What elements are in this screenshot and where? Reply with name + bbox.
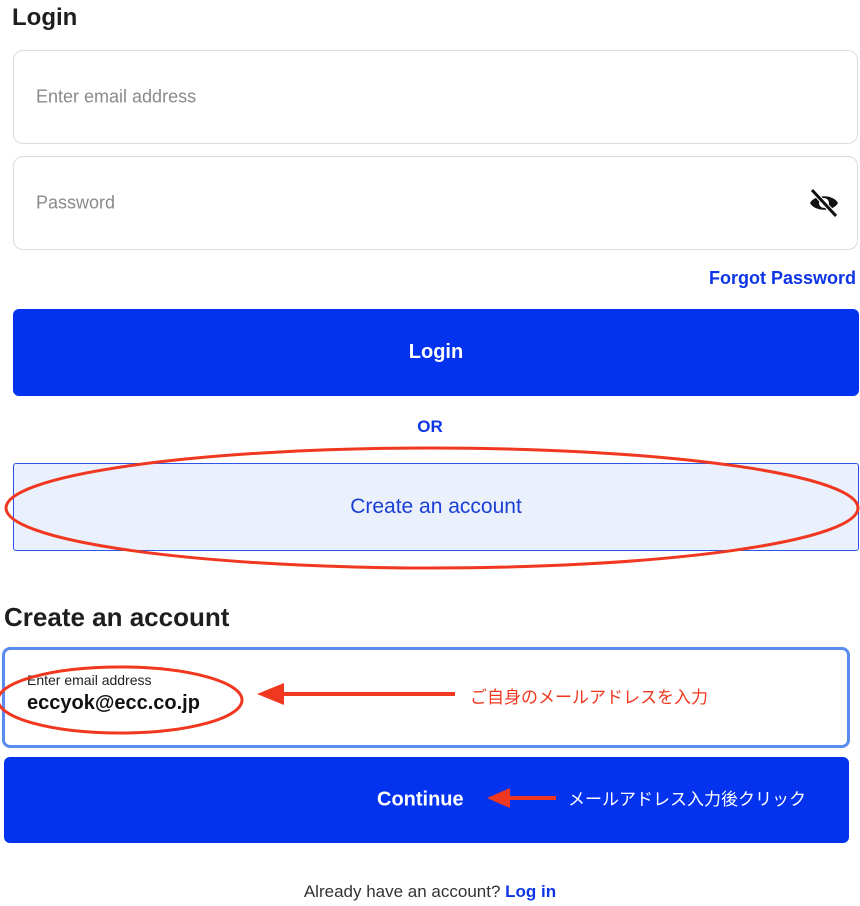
new-account-email-field[interactable]: Enter email address eccyok@ecc.co.jp: [2, 647, 850, 748]
new-account-email-value: eccyok@ecc.co.jp: [27, 692, 200, 714]
eye-off-icon[interactable]: [807, 186, 841, 220]
email-placeholder: Enter email address: [36, 86, 197, 107]
footer: Already have an account? Log in: [0, 882, 860, 902]
login-button[interactable]: Login: [13, 309, 859, 396]
password-input[interactable]: Password: [13, 156, 858, 250]
login-title: Login: [12, 4, 78, 31]
new-account-email-label: Enter email address: [27, 672, 152, 688]
email-input[interactable]: Enter email address: [13, 50, 858, 144]
create-account-button-label: Create an account: [350, 495, 522, 518]
annotation-continue-note: メールアドレス入力後クリック: [568, 790, 806, 809]
password-placeholder: Password: [36, 192, 116, 213]
create-account-title: Create an account: [4, 602, 230, 632]
continue-button-label: Continue: [377, 788, 464, 811]
annotation-email-note: ご自身のメールアドレスを入力: [470, 688, 708, 707]
footer-prompt: Already have an account?: [303, 882, 506, 901]
create-account-button[interactable]: Create an account: [13, 463, 859, 551]
or-divider: OR: [417, 417, 443, 436]
login-link[interactable]: Log in: [505, 882, 556, 901]
forgot-password-link[interactable]: Forgot Password: [709, 268, 856, 289]
